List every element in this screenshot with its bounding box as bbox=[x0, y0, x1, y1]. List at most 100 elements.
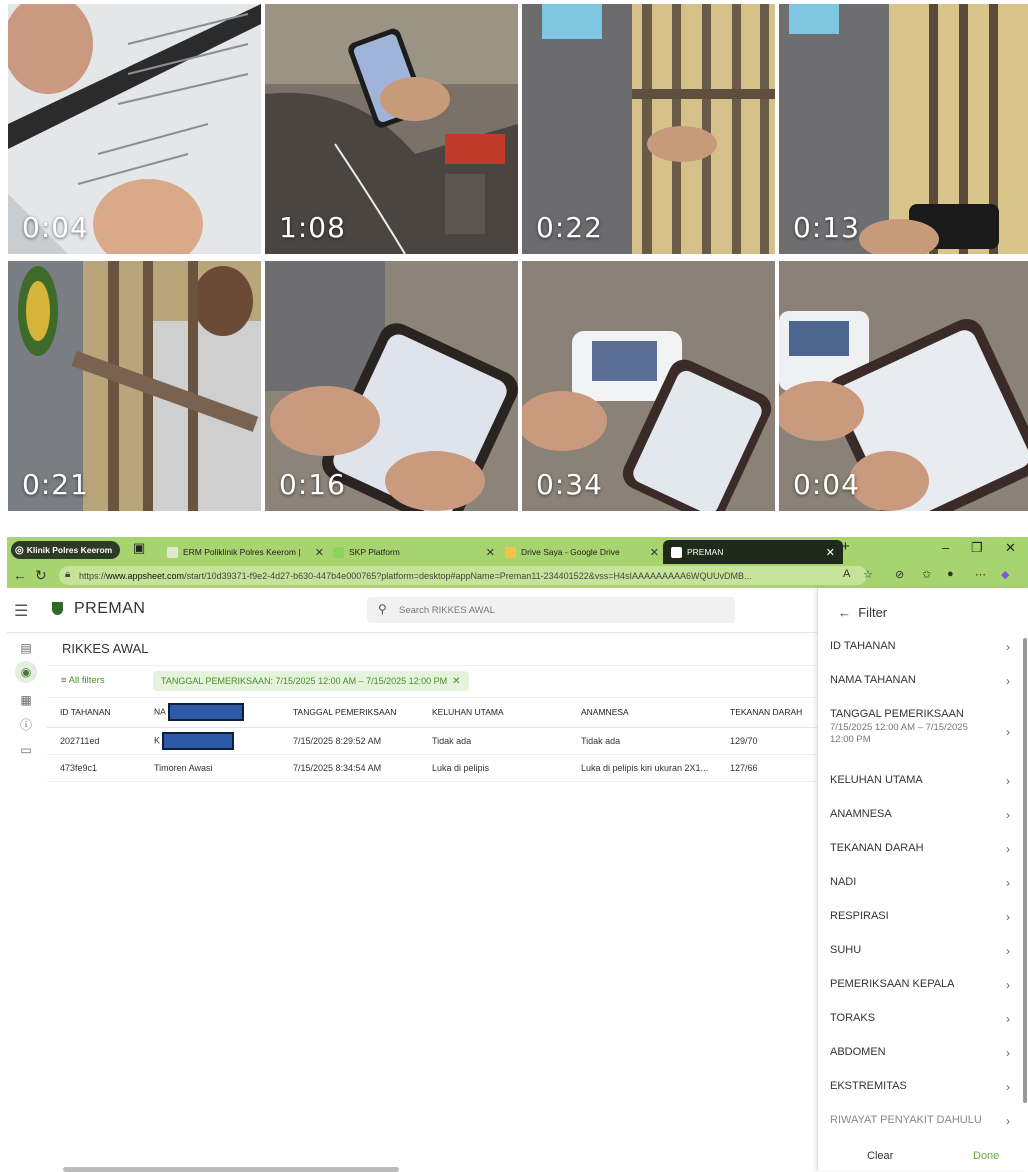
table-row[interactable]: 202711ed K 7/15/2025 8:29:52 AM Tidak ad… bbox=[47, 727, 817, 755]
copilot-icon[interactable]: ◆ bbox=[1001, 568, 1009, 581]
column-header[interactable]: TEKANAN DARAH bbox=[717, 697, 817, 728]
extension-icon[interactable]: ⊘ bbox=[895, 568, 904, 581]
tab-label: ERM Poliklinik Polres Keerom | bbox=[183, 547, 301, 557]
table-row[interactable]: 473fe9c1 Timoren Awasi 7/15/2025 8:34:54… bbox=[47, 754, 817, 782]
chevron-right-icon: › bbox=[1006, 808, 1010, 822]
tab-actions-icon[interactable]: ▣ bbox=[133, 540, 145, 556]
column-header[interactable]: ID TAHANAN bbox=[47, 697, 141, 728]
filter-item-label: RIWAYAT PENYAKIT DAHULU bbox=[830, 1114, 982, 1126]
video-duration: 0:22 bbox=[536, 211, 603, 244]
close-icon[interactable]: ✕ bbox=[315, 546, 324, 559]
filter-item-label: NAMA TAHANAN bbox=[830, 674, 916, 686]
close-icon[interactable]: ✕ bbox=[452, 676, 460, 687]
drive-icon bbox=[505, 546, 516, 558]
chevron-right-icon: › bbox=[1006, 944, 1010, 958]
read-aloud-icon[interactable]: A bbox=[843, 568, 850, 580]
tab-favicon bbox=[671, 546, 682, 558]
document-icon[interactable]: ▦ bbox=[19, 693, 33, 707]
clear-button[interactable]: Clear bbox=[867, 1150, 893, 1162]
video-thumbnail[interactable]: 1:08 bbox=[265, 4, 518, 254]
filter-item-respirasi[interactable]: RESPIRASI › bbox=[830, 910, 1010, 924]
filter-item-ekstremitas[interactable]: EKSTREMITAS › bbox=[830, 1080, 1010, 1094]
cell-keluhan: Tidak ada bbox=[419, 727, 568, 755]
video-thumbnail[interactable]: 0:04 bbox=[779, 261, 1028, 511]
video-thumbnail[interactable]: 0:16 bbox=[265, 261, 518, 511]
search-input[interactable]: ⚲ Search RIKKES AWAL bbox=[367, 597, 735, 623]
video-thumbnail[interactable]: 0:13 bbox=[779, 4, 1028, 254]
filter-item-label: ID TAHANAN bbox=[830, 640, 896, 652]
feedback-icon[interactable]: ▭ bbox=[19, 743, 33, 757]
filter-item-label: PEMERIKSAAN KEPALA bbox=[830, 978, 955, 990]
url-field[interactable]: 🔒︎ https://www.appsheet.com/start/10d393… bbox=[59, 566, 867, 585]
profile-avatar[interactable]: ● bbox=[947, 568, 954, 580]
filter-item-suhu[interactable]: SUHU › bbox=[830, 944, 1010, 958]
hamburger-menu-icon[interactable]: ☰ bbox=[14, 601, 28, 621]
filter-item-tekanan-darah[interactable]: TEKANAN DARAH › bbox=[830, 842, 1010, 856]
active-filter-chip[interactable]: TANGGAL PEMERIKSAAN: 7/15/2025 12:00 AM … bbox=[153, 671, 469, 691]
filter-item-toraks[interactable]: TORAKS › bbox=[830, 1012, 1010, 1026]
horizontal-scrollbar[interactable] bbox=[63, 1167, 399, 1172]
tab-preman[interactable]: PREMAN ✕ bbox=[663, 540, 843, 564]
back-icon[interactable]: ← bbox=[13, 567, 27, 583]
app-name: PREMAN bbox=[74, 600, 146, 617]
cell-tekanan: 129/70 bbox=[717, 727, 817, 755]
close-icon[interactable]: ✕ bbox=[826, 546, 835, 559]
column-header-label: NA bbox=[154, 706, 166, 717]
app-logo bbox=[52, 602, 63, 615]
filter-item-pemeriksaan-kepala[interactable]: PEMERIKSAAN KEPALA › bbox=[830, 978, 1010, 992]
tab-label: SKP Platform bbox=[349, 547, 400, 557]
filter-item-anamnesa[interactable]: ANAMNESA › bbox=[830, 808, 1010, 822]
close-icon[interactable]: ✕ bbox=[486, 546, 495, 559]
video-duration: 0:04 bbox=[22, 211, 89, 244]
video-duration: 0:04 bbox=[793, 468, 860, 501]
rikkes-view-icon[interactable]: ◉ bbox=[15, 661, 37, 683]
filter-item-nadi[interactable]: NADI › bbox=[830, 876, 1010, 890]
contact-card-icon[interactable]: ▤ bbox=[19, 641, 33, 655]
close-window-icon[interactable]: ✕ bbox=[1005, 540, 1016, 556]
new-tab-icon[interactable]: + bbox=[841, 538, 850, 555]
filter-item-nama-tahanan[interactable]: NAMA TAHANAN › bbox=[830, 674, 1010, 688]
video-thumbnail[interactable]: 0:22 bbox=[522, 4, 775, 254]
column-header[interactable]: TANGGAL PEMERIKSAAN bbox=[280, 697, 419, 728]
url-domain: www.appsheet.com bbox=[106, 570, 185, 581]
tab-group-pill[interactable]: ◎ Klinik Polres Keerom bbox=[11, 541, 121, 559]
more-menu-icon[interactable]: ⋯ bbox=[975, 568, 986, 581]
chevron-right-icon: › bbox=[1006, 674, 1010, 688]
filter-item-abdomen[interactable]: ABDOMEN › bbox=[830, 1046, 1010, 1060]
tab-drive[interactable]: Drive Saya - Google Drive ✕ bbox=[499, 540, 667, 564]
all-filters-button[interactable]: ≡ All filters bbox=[61, 675, 105, 686]
info-icon[interactable]: ⓘ bbox=[19, 718, 33, 732]
filter-panel-header: ← Filter bbox=[838, 605, 887, 620]
video-thumbnail[interactable]: 0:34 bbox=[522, 261, 775, 511]
filter-item-label: ABDOMEN bbox=[830, 1046, 886, 1058]
favorites-icon[interactable]: ✩ bbox=[922, 568, 931, 581]
close-icon[interactable]: ✕ bbox=[650, 546, 659, 559]
tab-favicon bbox=[167, 546, 178, 558]
cell-keluhan: Luka di pelipis bbox=[419, 754, 568, 782]
restore-icon[interactable]: ❐ bbox=[971, 540, 983, 556]
filter-item-id-tahanan[interactable]: ID TAHANAN › bbox=[830, 640, 1010, 654]
done-button[interactable]: Done bbox=[973, 1150, 999, 1162]
vertical-scrollbar[interactable] bbox=[1023, 638, 1027, 1103]
search-icon: ⚲ bbox=[378, 602, 387, 616]
filter-item-riwayat-penyakit[interactable]: RIWAYAT PENYAKIT DAHULU › bbox=[830, 1114, 1010, 1128]
column-header[interactable]: NA bbox=[141, 697, 280, 728]
back-arrow-icon[interactable]: ← bbox=[838, 605, 851, 620]
video-thumbnail[interactable]: 0:21 bbox=[8, 261, 261, 511]
filter-item-tanggal-pemeriksaan[interactable]: TANGGAL PEMERIKSAAN 7/15/2025 12:00 AM – … bbox=[830, 708, 1010, 746]
video-thumbnail[interactable]: 0:04 bbox=[8, 4, 261, 254]
refresh-icon[interactable]: ↻ bbox=[35, 567, 47, 584]
tab-label: PREMAN bbox=[687, 547, 724, 557]
minimize-icon[interactable]: – bbox=[942, 540, 949, 555]
chevron-right-icon: › bbox=[1006, 1080, 1010, 1094]
column-header[interactable]: ANAMNESA bbox=[568, 697, 717, 728]
app-header: ☰ PREMAN ⚲ Search RIKKES AWAL bbox=[7, 588, 817, 633]
column-header[interactable]: KELUHAN UTAMA bbox=[419, 697, 568, 728]
tab-erm[interactable]: ERM Poliklinik Polres Keerom | ✕ bbox=[159, 540, 332, 564]
cell-name: Timoren Awasi bbox=[141, 754, 280, 782]
favorite-star-icon[interactable]: ☆ bbox=[863, 568, 873, 581]
tab-label: Drive Saya - Google Drive bbox=[521, 547, 620, 557]
filter-item-keluhan-utama[interactable]: KELUHAN UTAMA › bbox=[830, 774, 1010, 788]
chevron-right-icon: › bbox=[1006, 725, 1010, 739]
tab-skp[interactable]: SKP Platform ✕ bbox=[327, 540, 503, 564]
